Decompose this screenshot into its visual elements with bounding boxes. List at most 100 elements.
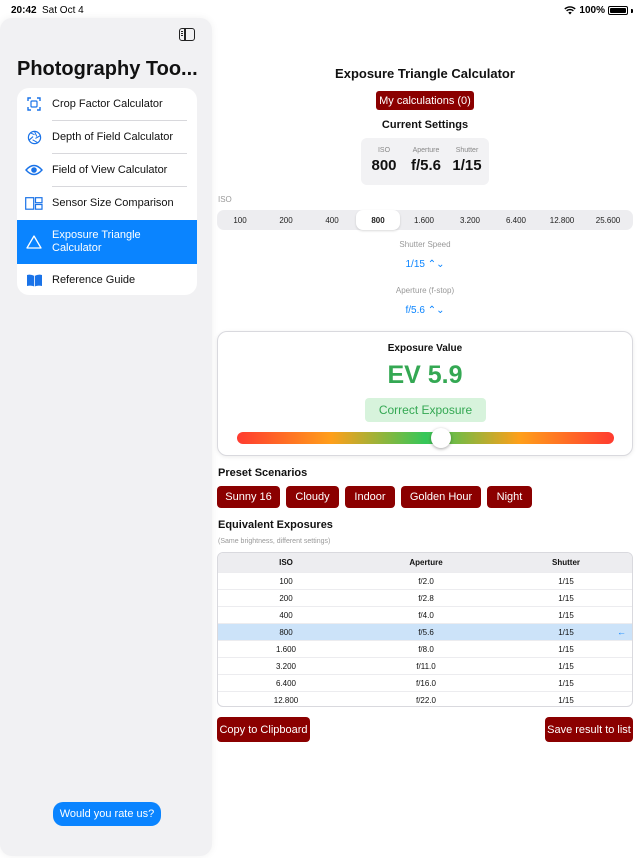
iso-label: ISO <box>218 195 232 204</box>
exposure-value: EV 5.9 <box>387 361 463 389</box>
iso-option-400[interactable]: 400 <box>310 210 354 230</box>
sidebar-item-exposure-triangle[interactable]: Exposure Triangle Calculator <box>17 220 197 264</box>
sidebar-toggle-icon[interactable] <box>179 28 195 41</box>
exposure-meter-thumb <box>430 428 451 448</box>
table-row[interactable]: 200 f/2.8 1/15 <box>218 589 632 606</box>
current-row-arrow-icon: ← <box>617 627 626 637</box>
cell-shutter: 1/15 <box>558 576 574 586</box>
aperture-picker[interactable]: f/5.6 ⌃⌄ <box>217 305 633 316</box>
current-aperture-value: f/5.6 <box>410 157 441 174</box>
cell-shutter: 1/15 <box>558 678 574 688</box>
iso-option-12800[interactable]: 12.800 <box>540 210 584 230</box>
column-header-shutter: Shutter <box>552 558 580 567</box>
aperture-label: Aperture (f-stop) <box>395 286 455 295</box>
current-aperture: Aperture f/5.6 <box>408 147 444 174</box>
table-row[interactable]: 12.800 f/22.0 1/15 <box>218 691 632 706</box>
preset-night-button[interactable]: Night <box>487 486 532 508</box>
sidebar-item-label: Exposure Triangle Calculator <box>52 229 141 254</box>
preset-scenarios-title: Preset Scenarios <box>218 467 308 479</box>
cell-iso: 6.400 <box>275 678 297 688</box>
rate-us-button[interactable]: Would you rate us? <box>53 802 161 826</box>
table-row[interactable]: 3.200 f/11.0 1/15 <box>218 657 632 674</box>
column-header-iso: ISO <box>279 558 293 567</box>
equivalent-exposures-title: Equivalent Exposures <box>218 519 333 531</box>
sidebar-item-label: Crop Factor Calculator <box>52 97 163 110</box>
copy-to-clipboard-button[interactable]: Copy to Clipboard <box>217 717 310 742</box>
exposure-meter <box>237 428 614 448</box>
battery-percent: 100% <box>579 5 605 16</box>
sidebar-item-label: Depth of Field Calculator <box>52 130 174 143</box>
cell-shutter: 1/15 <box>558 695 574 705</box>
sidebar-item-sensor-size[interactable]: Sensor Size Comparison <box>17 187 197 219</box>
iso-segmented-control: 100 200 400 800 1.600 3.200 6.400 12.800… <box>217 210 633 230</box>
current-iso-label: ISO <box>377 147 391 154</box>
shutter-speed-picker[interactable]: 1/15 ⌃⌄ <box>217 259 633 270</box>
preset-golden-hour-button[interactable]: Golden Hour <box>401 486 481 508</box>
shutter-speed-label: Shutter Speed <box>399 240 451 249</box>
table-row[interactable]: 400 f/4.0 1/15 <box>218 606 632 623</box>
cell-aperture: f/4.0 <box>418 610 434 620</box>
preset-cloudy-button[interactable]: Cloudy <box>286 486 339 508</box>
current-settings-box: ISO 800 Aperture f/5.6 Shutter 1/15 <box>361 138 489 185</box>
cell-shutter: 1/15 <box>558 593 574 603</box>
iso-option-6400[interactable]: 6.400 <box>494 210 538 230</box>
table-row[interactable]: 1.600 f/8.0 1/15 <box>218 640 632 657</box>
sidebar-title: Photography Too... <box>17 58 198 80</box>
exposure-value-title: Exposure Value <box>387 343 463 354</box>
column-header-aperture: Aperture <box>409 558 443 567</box>
table-row-current[interactable]: 800 f/5.6 1/15 ← <box>218 623 632 640</box>
iso-option-100[interactable]: 100 <box>218 210 262 230</box>
cell-shutter: 1/15 <box>558 661 574 671</box>
cell-aperture: f/8.0 <box>418 644 434 654</box>
sidebar-item-depth-of-field[interactable]: Depth of Field Calculator <box>17 121 197 153</box>
my-calculations-button[interactable]: My calculations (0) <box>376 91 474 110</box>
sidebar-item-label: Sensor Size Comparison <box>52 196 174 209</box>
cell-iso: 800 <box>279 627 293 637</box>
triangle-icon <box>25 233 43 251</box>
nav-list: Crop Factor Calculator Depth of Field Ca… <box>17 88 197 295</box>
current-iso-value: 800 <box>371 157 397 174</box>
cell-iso: 100 <box>279 576 293 586</box>
cell-iso: 3.200 <box>275 661 297 671</box>
battery-icon <box>608 6 628 15</box>
battery-nub <box>631 8 633 13</box>
current-iso: ISO 800 <box>370 147 398 174</box>
sidebar-item-field-of-view[interactable]: Field of View Calculator <box>17 154 197 186</box>
iso-option-3200[interactable]: 3.200 <box>448 210 492 230</box>
preset-sunny-16-button[interactable]: Sunny 16 <box>217 486 280 508</box>
iso-option-1600[interactable]: 1.600 <box>402 210 446 230</box>
status-time: 20:42 <box>11 5 37 16</box>
cell-shutter: 1/15 <box>558 644 574 654</box>
save-result-button[interactable]: Save result to list <box>545 717 633 742</box>
crop-icon <box>25 95 43 113</box>
wifi-icon <box>564 6 577 15</box>
cell-iso: 200 <box>279 593 293 603</box>
exposure-value-card: Exposure Value EV 5.9 Correct Exposure <box>217 331 633 456</box>
status-right: 100% <box>564 5 633 16</box>
cell-iso: 400 <box>279 610 293 620</box>
cell-aperture: f/5.6 <box>418 627 434 637</box>
cell-iso: 12.800 <box>273 695 299 705</box>
preset-indoor-button[interactable]: Indoor <box>345 486 395 508</box>
sidebar-item-reference-guide[interactable]: Reference Guide <box>17 265 197 295</box>
equivalent-exposures-table: ISO Aperture Shutter 100 f/2.0 1/15 200 … <box>217 552 633 707</box>
iso-option-800[interactable]: 800 <box>356 210 400 230</box>
cell-aperture: f/2.0 <box>418 576 434 586</box>
table-row[interactable]: 100 f/2.0 1/15 <box>218 572 632 589</box>
current-shutter-label: Shutter <box>455 147 479 154</box>
iso-option-25600[interactable]: 25.600 <box>586 210 630 230</box>
book-icon <box>25 271 43 289</box>
cell-iso: 1.600 <box>275 644 297 654</box>
sidebar-item-label: Reference Guide <box>52 273 136 286</box>
cell-aperture: f/2.8 <box>418 593 434 603</box>
status-date: Sat Oct 4 <box>42 5 84 16</box>
iso-option-200[interactable]: 200 <box>264 210 308 230</box>
current-shutter: Shutter 1/15 <box>452 147 482 174</box>
table-header: ISO Aperture Shutter <box>218 553 632 572</box>
table-row[interactable]: 6.400 f/16.0 1/15 <box>218 674 632 691</box>
cell-aperture: f/16.0 <box>415 678 436 688</box>
sidebar-item-crop-factor[interactable]: Crop Factor Calculator <box>17 88 197 120</box>
cell-aperture: f/11.0 <box>416 661 436 671</box>
exposure-status-badge: Correct Exposure <box>365 398 486 422</box>
sidebar: Photography Too... Crop Factor Calculato… <box>0 18 212 856</box>
